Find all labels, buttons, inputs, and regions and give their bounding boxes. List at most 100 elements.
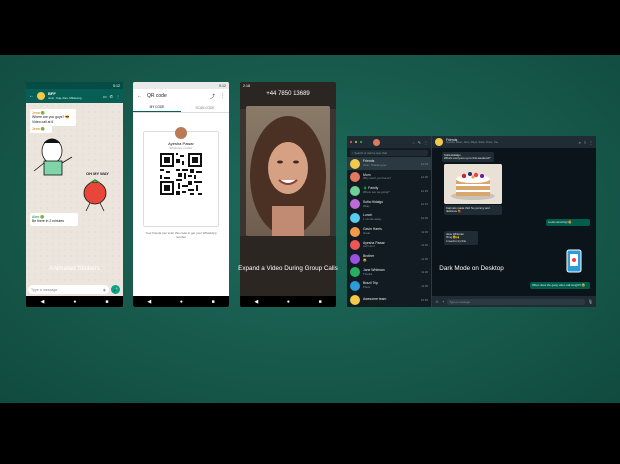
chat-preview: Jenn: Thanks guys: [363, 162, 387, 167]
qr-header: ← QR code ⤴ ⋮: [133, 89, 229, 103]
contact-avatar: [350, 199, 360, 210]
message-bubble: Alex 🟢 Be there in 2 minutes: [30, 213, 78, 226]
nav-recents-icon[interactable]: ■: [212, 299, 215, 305]
window-close-icon[interactable]: [350, 141, 352, 143]
search-placeholder: Search or start a new chat: [354, 151, 387, 155]
message-bubble: Jane Whitman Omg 😂🙌 I need to try this: [444, 231, 478, 245]
android-nav-bar: ◀ ● ■: [26, 296, 123, 307]
chat-preview: 😂: [363, 258, 367, 263]
nav-home-icon[interactable]: ●: [287, 299, 290, 305]
conversation-pane: Friends Ayesha, Brian, Jane, Maya, Sofia…: [432, 136, 596, 307]
chat-preview: Where are we going?: [363, 190, 390, 195]
chat-time: 11:40: [421, 243, 428, 248]
group-avatar[interactable]: [435, 138, 443, 146]
message-input[interactable]: Type a message ◉: [28, 285, 109, 294]
message-input[interactable]: Type a message: [447, 298, 585, 305]
contact-avatar: [350, 253, 360, 264]
menu-icon[interactable]: ⋮: [424, 140, 428, 145]
contact-avatar: [350, 172, 360, 183]
window-maximize-icon[interactable]: [360, 141, 362, 143]
tab-scan-code[interactable]: SCAN CODE: [181, 103, 229, 112]
mic-icon[interactable]: 🎙: [588, 299, 593, 304]
input-placeholder: Type a message: [31, 287, 58, 292]
new-chat-icon[interactable]: ✎: [418, 140, 421, 145]
desktop-dark-mode: ◌ ✎ ⋮ ⌕ Search or start a new chat Frien…: [347, 136, 596, 307]
chat-time: 12:30: [421, 175, 428, 180]
contact-avatar: [350, 294, 360, 305]
share-icon[interactable]: ⤴: [210, 93, 215, 100]
chat-list-item[interactable]: Brazil Trip Photo 11:05: [347, 279, 431, 292]
status-time: 5:12: [113, 83, 120, 88]
status-icon[interactable]: ◌: [412, 140, 414, 145]
back-arrow-icon[interactable]: ←: [29, 93, 34, 99]
sticker-caption: OH MY WAY: [86, 171, 109, 176]
android-nav-bar: ◀ ● ■: [133, 296, 229, 307]
phone-qr-code: 5:12 ← QR code ⤴ ⋮ MY CODE SCAN CODE Aye…: [133, 82, 229, 307]
emoji-icon[interactable]: ☺: [435, 299, 439, 304]
phone-animated-stickers: 5:12 ← BFF Jenn, Yuja, Alex, Mikasong ▭ …: [26, 82, 123, 307]
nav-recents-icon[interactable]: ■: [105, 299, 108, 305]
message-bubble: When does the gang video call tonight? 😂: [530, 282, 590, 289]
chat-header: ← BFF Jenn, Yuja, Alex, Mikasong ▭ ✆ ⋮: [26, 89, 123, 103]
chat-time: 11:45: [421, 229, 428, 234]
nav-home-icon[interactable]: ●: [180, 299, 183, 305]
chat-list-item[interactable]: Gavin Harris Great 11:45: [347, 225, 431, 238]
message-text: Jane Whitman Omg 😂🙌 I need to try this: [446, 231, 466, 243]
search-input[interactable]: ⌕ Search or start a new chat: [350, 150, 428, 156]
chat-list-item[interactable]: Sofia Hidalgo Okay 12:10: [347, 198, 431, 211]
chat-preview: Photo: [363, 285, 371, 290]
contact-avatar: [350, 185, 360, 196]
mic-button[interactable]: 🎤: [111, 285, 120, 294]
chat-list-item[interactable]: Friends Jenn: Thanks guys 12:34: [347, 157, 431, 170]
chat-list-item[interactable]: Mom Why aren't you home? 12:30: [347, 171, 431, 184]
message-text: Where are you guys? 😎 Video call at 6: [32, 115, 70, 124]
qr-footer: Your friends can scan this code to get y…: [145, 231, 217, 239]
video-call-icon[interactable]: ▭: [103, 94, 107, 99]
contact-avatar: [350, 212, 360, 223]
chat-preview: Okay: [363, 203, 370, 208]
message-bubble: Looks amazing! 😍: [546, 219, 590, 226]
caption-qr-codes: QR Codes: [166, 265, 196, 272]
chat-list-item[interactable]: Awesome team 10:50: [347, 293, 431, 306]
dancing-sticker[interactable]: [32, 133, 74, 183]
search-icon[interactable]: ⌕: [579, 140, 581, 145]
more-options-icon[interactable]: ⋮: [116, 94, 120, 99]
menu-icon[interactable]: ⋮: [589, 140, 593, 145]
tab-my-code[interactable]: MY CODE: [133, 103, 181, 112]
window-minimize-icon[interactable]: [355, 141, 357, 143]
chat-list-item[interactable]: Lunch 1 minute away 12:02: [347, 211, 431, 224]
attach-icon[interactable]: ⌇: [584, 140, 586, 145]
nav-back-icon[interactable]: ◀: [41, 299, 45, 305]
chat-name: Awesome team: [363, 296, 387, 301]
nav-recents-icon[interactable]: ■: [319, 299, 322, 305]
chat-list-item[interactable]: Ayesha Pawar Let's do it 11:40: [347, 239, 431, 252]
chat-list-item[interactable]: 🌲 Family Where are we going? 12:25: [347, 184, 431, 197]
nav-back-icon[interactable]: ◀: [147, 299, 151, 305]
camera-icon[interactable]: ◉: [103, 288, 106, 292]
tomato-sticker[interactable]: [78, 177, 112, 213]
caller-portrait: [250, 116, 326, 236]
cake-photo[interactable]: [444, 164, 502, 204]
qr-code-image: [160, 153, 202, 195]
qr-title: QR code: [147, 93, 167, 99]
phone-call-icon[interactable]: ✆: [110, 94, 113, 99]
avatar: [175, 127, 187, 139]
contact-avatar: [350, 226, 360, 237]
contact-avatar: [350, 280, 360, 291]
chat-list-item[interactable]: Brother 😂 11:30: [347, 252, 431, 265]
nav-back-icon[interactable]: ◀: [254, 299, 258, 305]
input-placeholder: Type a message: [449, 299, 470, 304]
contact-avatar: [350, 240, 360, 251]
profile-avatar[interactable]: [373, 138, 380, 146]
back-arrow-icon[interactable]: ←: [137, 93, 142, 99]
attach-icon[interactable]: +: [442, 299, 444, 304]
qr-tabs: MY CODE SCAN CODE: [133, 103, 229, 113]
group-avatar[interactable]: [37, 92, 45, 100]
expanded-video-feed[interactable]: [246, 106, 330, 236]
chat-time: 12:10: [421, 202, 428, 207]
message-bubble: Sofia Hidalgo What's everyone up to this…: [442, 152, 494, 163]
message-text: Looks amazing! 😍: [548, 219, 572, 224]
more-options-icon[interactable]: ⋮: [220, 93, 225, 99]
message-text: Sofia Hidalgo What's everyone up to this…: [444, 152, 491, 161]
nav-home-icon[interactable]: ●: [73, 299, 76, 305]
